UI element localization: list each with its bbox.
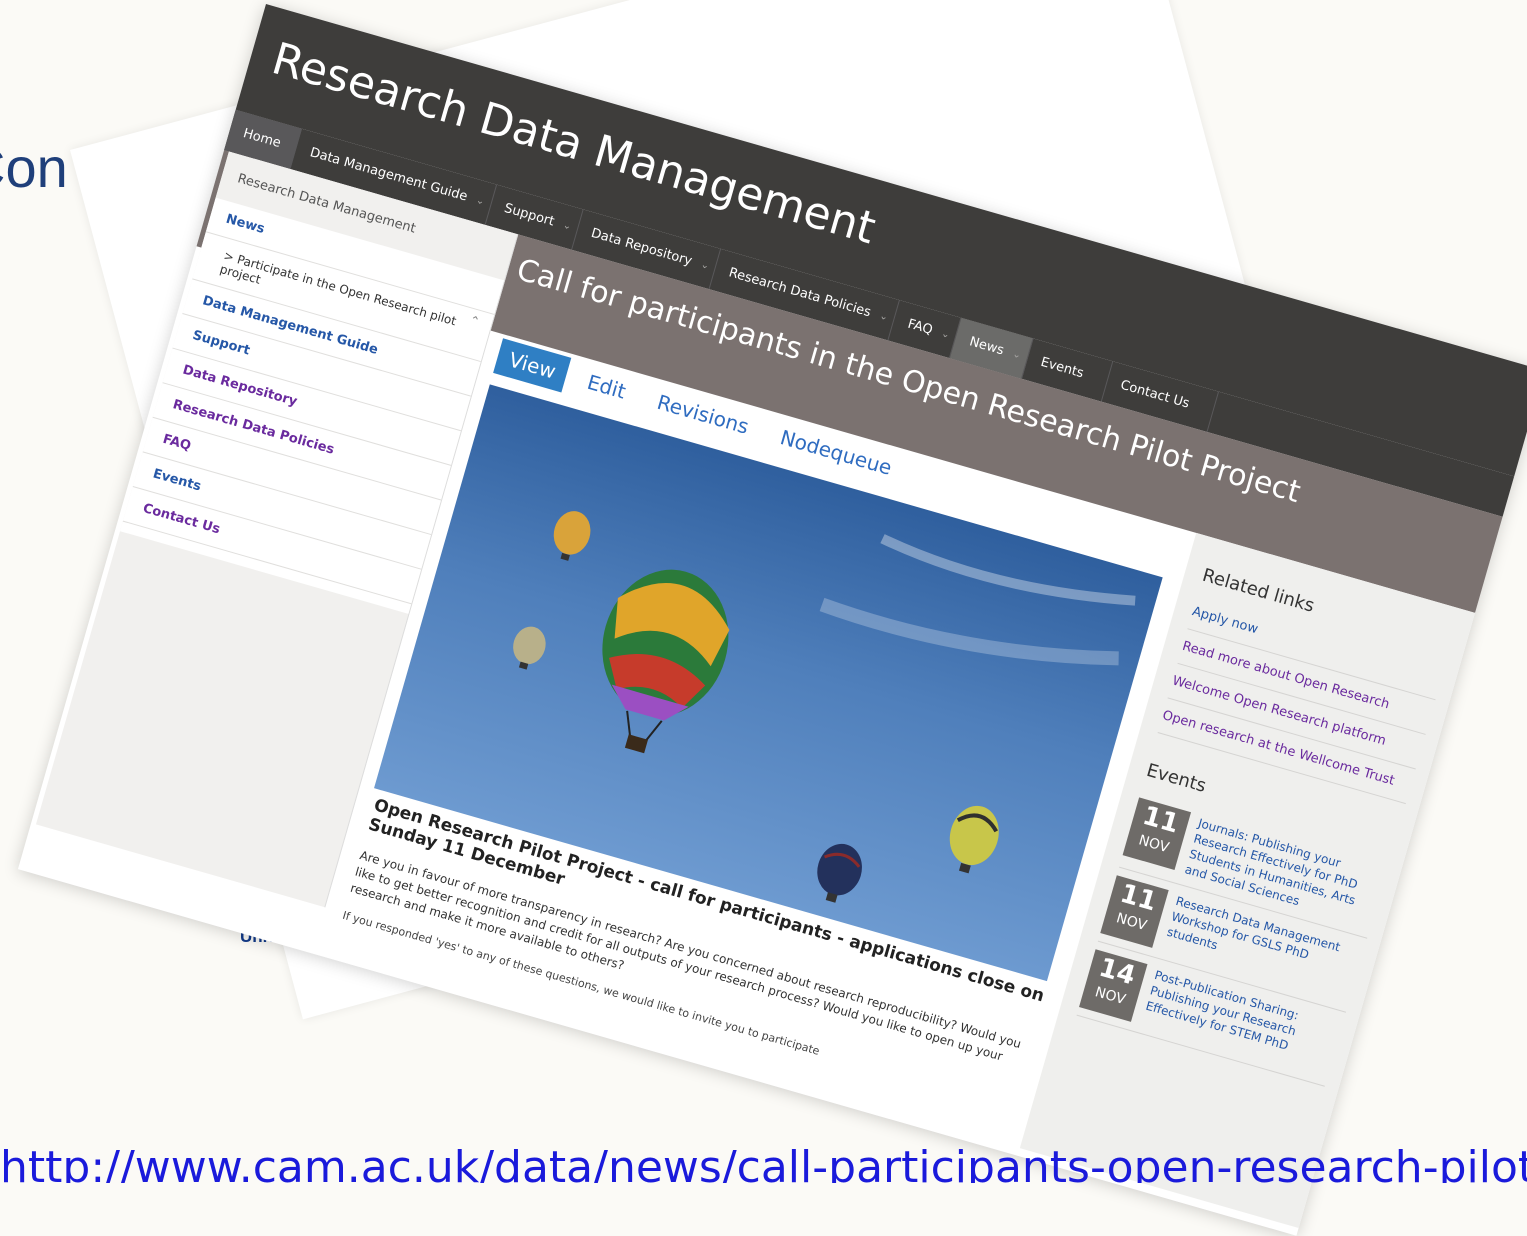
- nav-item-label: FAQ: [905, 316, 935, 338]
- nav-item-label: Events: [1038, 354, 1086, 382]
- chevron-up-icon[interactable]: ⌃: [468, 313, 482, 329]
- nav-item-label: Support: [502, 200, 556, 230]
- source-url[interactable]: http://www.cam.ac.uk/data/news/call-part…: [0, 1138, 1527, 1183]
- event-date-badge: 11 NOV: [1100, 875, 1169, 948]
- event-date-badge: 11 NOV: [1122, 797, 1192, 870]
- nav-item-label: News: [967, 334, 1006, 359]
- website-screenshot: Research Data Management Home Data Manag…: [17, 4, 1527, 1236]
- background-slide-title: Con: [0, 136, 68, 199]
- event-date-badge: 14 NOV: [1079, 949, 1148, 1022]
- nav-item-label: Home: [241, 126, 283, 152]
- nav-item-label: Contact Us: [1118, 377, 1192, 412]
